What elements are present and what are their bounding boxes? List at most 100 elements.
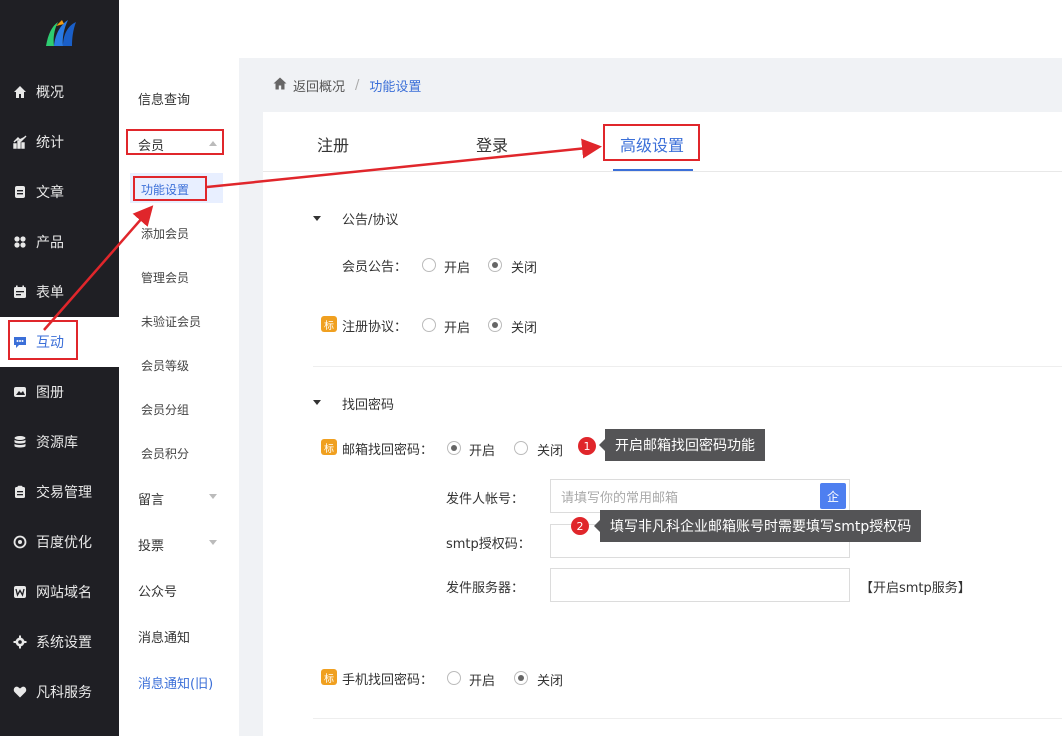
nav-item-seo[interactable]: 百度优化: [0, 517, 119, 567]
phone-recover-label: 手机找回密码：: [342, 673, 434, 688]
agreement-off-text: 关闭: [511, 321, 538, 336]
breadcrumb-back-link[interactable]: 返回概况: [293, 76, 345, 95]
database-icon: [12, 434, 28, 450]
smtp-auth-label: smtp授权码：: [446, 537, 531, 552]
sub-item-info[interactable]: 信息查询: [138, 89, 190, 108]
phone-recover-off-radio[interactable]: [514, 671, 528, 685]
nav-item-service[interactable]: 凡科服务: [0, 667, 119, 717]
chevron-down-icon: [209, 494, 217, 499]
sender-account-input[interactable]: 请填写你的常用邮箱: [550, 479, 850, 513]
standard-badge-icon: 标: [321, 439, 337, 455]
phone-recover-off-text: 关闭: [537, 674, 564, 689]
sub-item-member-points[interactable]: 会员积分: [141, 445, 189, 462]
nav-item-label: 统计: [36, 135, 64, 151]
tooltip-smtp: 填写非凡科企业邮箱账号时需要填写smtp授权码: [593, 510, 922, 542]
nav-item-label: 文章: [36, 185, 64, 201]
phone-recover-on-radio[interactable]: [447, 671, 461, 685]
logo-icon: [45, 20, 76, 46]
nav-item-product[interactable]: 产品: [0, 217, 119, 267]
member-notice-off-text: 关闭: [511, 261, 538, 276]
content-panel: 注册 登录 高级设置 公告/协议 会员公告： 开启 关闭 标 注册协议： 开启 …: [263, 112, 1062, 736]
sub-item-member-level[interactable]: 会员等级: [141, 357, 189, 374]
annotation-box-advanced-tab: [603, 124, 700, 161]
email-recover-on-radio[interactable]: [447, 441, 461, 455]
nav-item-article[interactable]: 文章: [0, 167, 119, 217]
nav-item-label: 系统设置: [36, 635, 92, 651]
section-title-recover: 找回密码: [342, 398, 395, 413]
agreement-on-radio[interactable]: [422, 318, 436, 332]
sender-account-label: 发件人帐号：: [446, 492, 525, 507]
sub-item-manage-member[interactable]: 管理会员: [141, 269, 189, 286]
section-title-notice: 公告/协议: [342, 213, 399, 228]
agreement-off-radio[interactable]: [488, 318, 502, 332]
member-notice-on-radio[interactable]: [422, 258, 436, 272]
collapse-triangle-icon[interactable]: [313, 400, 321, 405]
phone-recover-on-text: 开启: [469, 674, 496, 689]
main-sidebar: 概况 统计 文章 产品 表单 互动 图册 资源库 交易管理 百度优化 网站域名 …: [0, 0, 119, 736]
email-recover-off-radio[interactable]: [514, 441, 528, 455]
nav-item-trade[interactable]: 交易管理: [0, 467, 119, 517]
article-icon: [12, 184, 28, 200]
annotation-box-function-settings: [133, 176, 207, 201]
sub-item-member-group[interactable]: 会员分组: [141, 401, 189, 418]
trade-icon: [12, 484, 28, 500]
tooltip-email-recover: 开启邮箱找回密码功能: [599, 429, 765, 461]
nav-item-label: 百度优化: [36, 535, 92, 551]
agreement-label: 注册协议：: [342, 320, 408, 335]
sub-item-notify-old[interactable]: 消息通知(旧): [138, 673, 213, 692]
product-icon: [12, 234, 28, 250]
member-notice-off-radio[interactable]: [488, 258, 502, 272]
mail-server-label: 发件服务器：: [446, 581, 525, 596]
seo-icon: [12, 534, 28, 550]
email-recover-on-text: 开启: [469, 444, 496, 459]
mail-server-input[interactable]: [550, 568, 850, 602]
breadcrumb-current: 功能设置: [369, 79, 422, 95]
nav-item-resources[interactable]: 资源库: [0, 417, 119, 467]
domain-icon: [12, 584, 28, 600]
breadcrumb-separator: /: [355, 77, 360, 93]
nav-item-form[interactable]: 表单: [0, 267, 119, 317]
logo[interactable]: [0, 0, 119, 66]
nav-item-label: 图册: [36, 385, 64, 401]
sub-item-add-member[interactable]: 添加会员: [141, 225, 189, 242]
standard-badge-icon: 标: [321, 669, 337, 685]
sub-item-vote[interactable]: 投票: [138, 535, 164, 554]
nav-item-label: 凡科服务: [36, 685, 92, 701]
nav-item-gallery[interactable]: 图册: [0, 367, 119, 417]
tip-number-badge: 1: [578, 437, 596, 455]
open-smtp-link[interactable]: 【开启smtp服务】: [860, 577, 971, 596]
email-recover-label: 邮箱找回密码：: [342, 443, 434, 458]
tip-number-badge: 2: [571, 517, 589, 535]
standard-badge-icon: 标: [321, 316, 337, 332]
sub-item-official-account[interactable]: 公众号: [138, 581, 177, 600]
nav-item-label: 网站域名: [36, 585, 92, 601]
nav-item-statistics[interactable]: 统计: [0, 117, 119, 167]
collapse-triangle-icon[interactable]: [313, 216, 321, 221]
annotation-box-interaction: [8, 320, 78, 360]
nav-item-domain[interactable]: 网站域名: [0, 567, 119, 617]
nav-item-label: 表单: [36, 285, 64, 301]
gallery-icon: [12, 384, 28, 400]
sub-sidebar: 信息查询 会员 功能设置 添加会员 管理会员 未验证会员 会员等级 会员分组 会…: [119, 0, 239, 736]
nav-item-overview[interactable]: 概况: [0, 67, 119, 117]
nav-item-settings[interactable]: 系统设置: [0, 617, 119, 667]
member-notice-on-text: 开启: [444, 261, 471, 276]
nav-item-label: 资源库: [36, 435, 78, 451]
heart-icon: [12, 684, 28, 700]
sub-item-notify[interactable]: 消息通知: [138, 627, 190, 646]
nav-item-label: 交易管理: [36, 485, 92, 501]
tab-register[interactable]: 注册: [317, 132, 349, 156]
form-icon: [12, 284, 28, 300]
email-recover-off-text: 关闭: [537, 444, 564, 459]
sub-item-message[interactable]: 留言: [138, 489, 164, 508]
sub-item-unverified-member[interactable]: 未验证会员: [141, 313, 201, 330]
nav-item-label: 概况: [36, 85, 64, 101]
tab-login[interactable]: 登录: [476, 132, 508, 156]
home-icon: [12, 84, 28, 100]
section-divider: [313, 366, 1062, 367]
chevron-down-icon: [209, 540, 217, 545]
home-icon[interactable]: [273, 77, 287, 94]
annotation-box-member: [126, 129, 224, 155]
enterprise-mail-button[interactable]: 企: [820, 483, 846, 509]
section-divider: [313, 718, 1062, 719]
